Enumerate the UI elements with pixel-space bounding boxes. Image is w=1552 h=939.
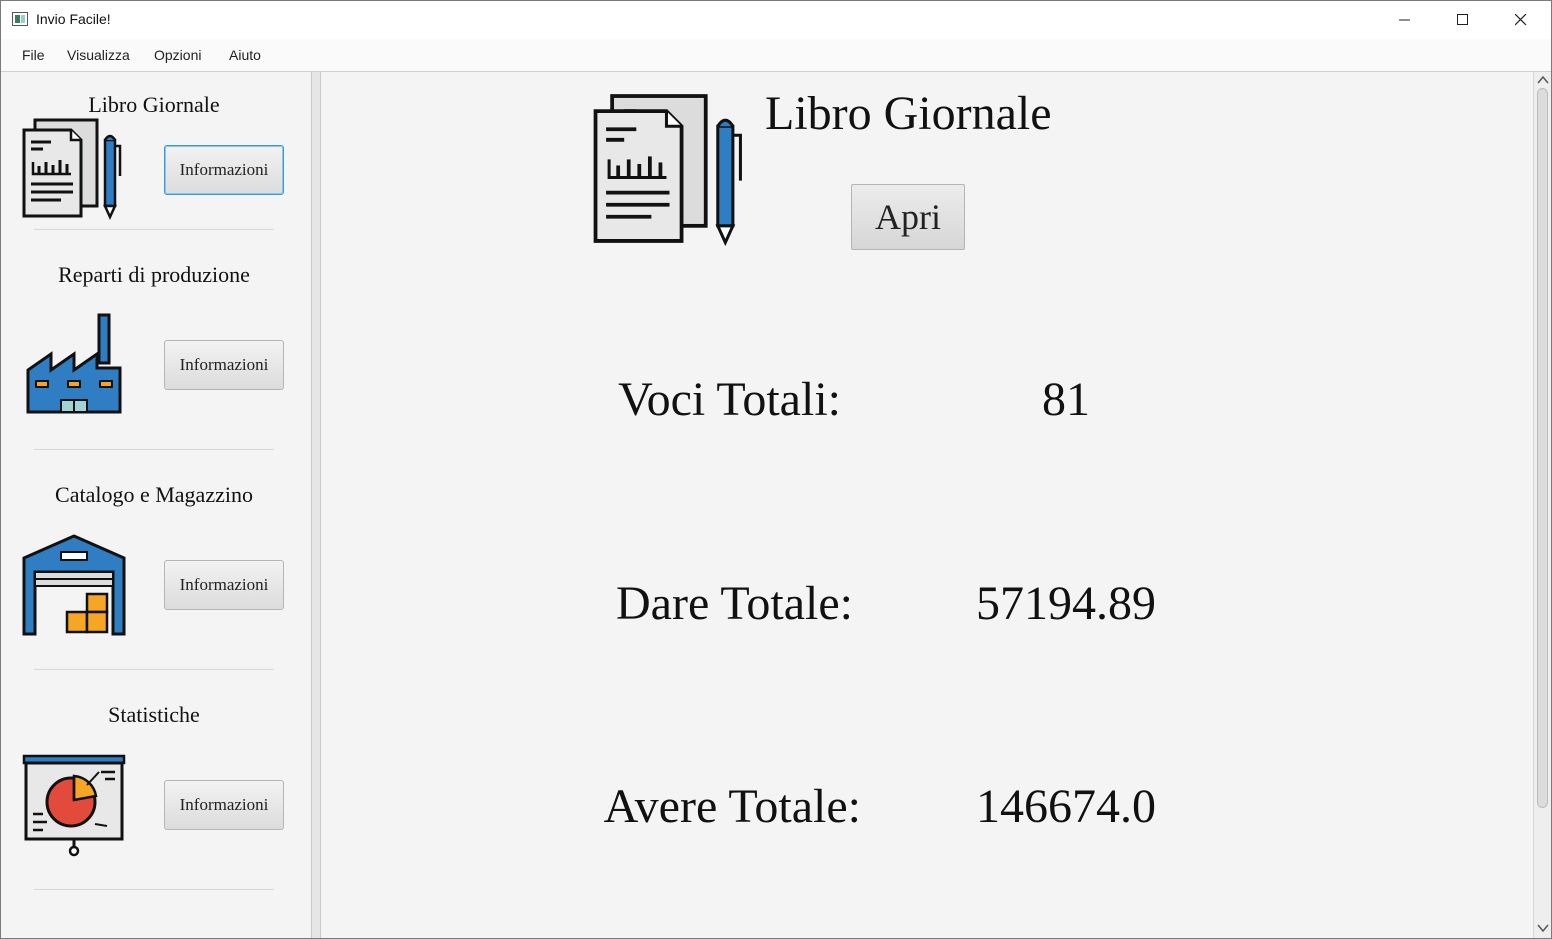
- warehouse-icon: [22, 534, 126, 636]
- close-icon: [1515, 14, 1527, 26]
- close-button[interactable]: [1492, 1, 1550, 39]
- stat-value-dare: 57194.89: [976, 577, 1156, 630]
- section-divider: [34, 669, 274, 670]
- factory-icon: [26, 313, 122, 414]
- statistics-board-icon: [22, 754, 126, 857]
- stat-label-voci: Voci Totali:: [618, 373, 841, 426]
- open-button[interactable]: Apri: [851, 184, 965, 250]
- stat-label-avere: Avere Totale:: [603, 780, 861, 833]
- menu-aiuto[interactable]: Aiuto: [229, 47, 261, 63]
- info-button-catalogo[interactable]: Informazioni: [164, 560, 284, 610]
- sidebar-section-title: Catalogo e Magazzino: [55, 482, 253, 507]
- ledger-document-icon: [593, 94, 742, 247]
- stat-value-voci: 81: [1042, 373, 1090, 426]
- stat-value-avere: 146674.0: [976, 780, 1156, 833]
- sidebar: Libro Giornale Informazioni Reparti di p…: [1, 72, 311, 938]
- section-divider: [34, 449, 274, 450]
- info-button-reparti[interactable]: Informazioni: [164, 340, 284, 390]
- sidebar-section-title: Reparti di produzione: [58, 262, 250, 287]
- stat-label-dare: Dare Totale:: [616, 577, 853, 630]
- section-divider: [34, 229, 274, 230]
- window-title: Invio Facile!: [36, 11, 111, 27]
- title-bar: Invio Facile!: [1, 1, 1551, 39]
- vertical-scrollbar[interactable]: [1533, 72, 1551, 938]
- minimize-icon: [1399, 19, 1410, 21]
- maximize-icon: [1457, 14, 1468, 25]
- app-icon: [12, 12, 28, 26]
- ledger-document-icon: [22, 118, 122, 221]
- page-title: Libro Giornale: [765, 87, 1052, 140]
- menu-file[interactable]: File: [22, 47, 45, 63]
- sidebar-section-title: Statistiche: [108, 702, 200, 727]
- scroll-down-icon[interactable]: [1537, 923, 1549, 933]
- maximize-button[interactable]: [1434, 1, 1492, 39]
- menu-opzioni[interactable]: Opzioni: [154, 47, 201, 63]
- info-button-libro-giornale[interactable]: Informazioni: [164, 145, 284, 195]
- info-button-statistiche[interactable]: Informazioni: [164, 780, 284, 830]
- scroll-up-icon[interactable]: [1537, 75, 1549, 85]
- menu-visualizza[interactable]: Visualizza: [67, 47, 130, 63]
- app-window: Invio Facile! File Visualizza Opzioni Ai…: [0, 0, 1552, 939]
- split-pane-divider[interactable]: [311, 72, 321, 938]
- sidebar-section-title: Libro Giornale: [88, 92, 220, 117]
- scrollbar-thumb[interactable]: [1537, 88, 1548, 808]
- section-divider: [34, 889, 274, 890]
- main-panel: Libro Giornale Apri Voci Totali: 81 Dare…: [321, 72, 1533, 938]
- minimize-button[interactable]: [1376, 1, 1434, 39]
- menu-bar: File Visualizza Opzioni Aiuto: [1, 39, 1551, 72]
